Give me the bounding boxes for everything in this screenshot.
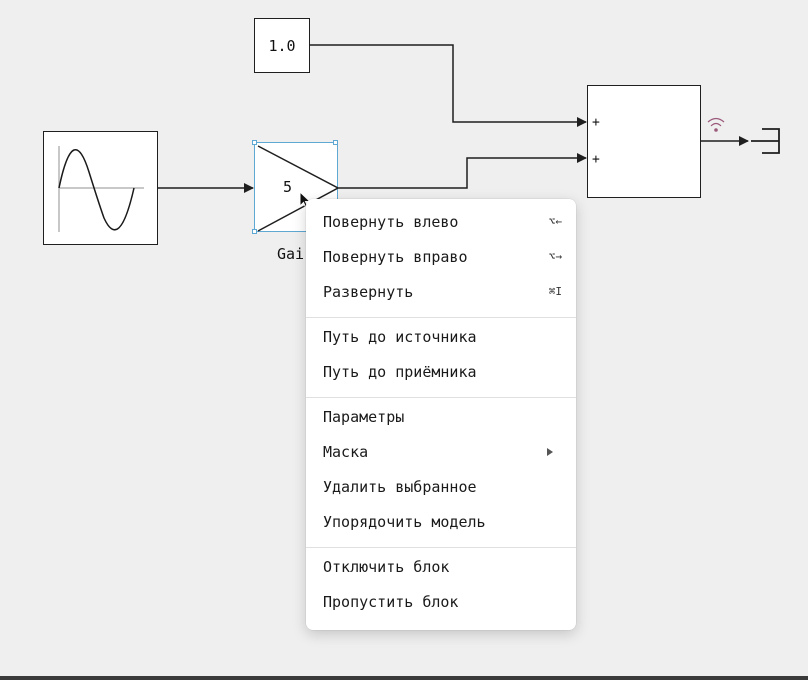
wire-gain-to-sum (338, 153, 587, 189)
menu-item-label: Маска (323, 443, 369, 461)
menu-item-shortcut: ⌘I (548, 285, 562, 298)
menu-item-arrange-model[interactable]: Упорядочить модель (306, 507, 576, 537)
menu-item-trace-to-source[interactable]: Путь до источника (306, 322, 576, 352)
menu-item-parameters[interactable]: Параметры (306, 402, 576, 432)
menu-item-mask[interactable]: Маска (306, 437, 576, 467)
menu-item-bypass-block[interactable]: Пропустить блок (306, 587, 576, 617)
menu-item-shortcut: ⌥← (548, 215, 562, 228)
menu-item-label: Удалить выбранное (323, 478, 477, 496)
selection-handle[interactable] (252, 229, 257, 234)
menu-item-shortcut: ⌥→ (548, 250, 562, 263)
constant-value: 1.0 (268, 36, 296, 55)
wire-constant-to-sum (310, 44, 587, 127)
menu-item-label: Путь до источника (323, 328, 477, 346)
context-menu[interactable]: Повернуть влево ⌥← Повернуть вправо ⌥→ Р… (306, 199, 576, 630)
menu-item-label: Путь до приёмника (323, 363, 477, 381)
menu-item-label: Отключить блок (323, 558, 450, 576)
menu-item-label: Повернуть влево (323, 213, 459, 231)
selection-handle[interactable] (252, 140, 257, 145)
menu-item-rotate-left[interactable]: Повернуть влево ⌥← (306, 207, 576, 237)
menu-item-label: Пропустить блок (323, 593, 459, 611)
sine-wave-block[interactable] (43, 131, 158, 245)
sum-port-sign: + (592, 115, 600, 130)
sum-port-sign: + (592, 152, 600, 167)
menu-item-delete-selected[interactable]: Удалить выбранное (306, 472, 576, 502)
menu-item-rotate-right[interactable]: Повернуть вправо ⌥→ (306, 242, 576, 272)
menu-item-disable-block[interactable]: Отключить блок (306, 552, 576, 582)
selection-handle[interactable] (333, 140, 338, 145)
model-canvas[interactable]: 1.0 5 Gai + + Повернуть влево ⌥← Поверну… (0, 0, 808, 680)
menu-separator (306, 547, 576, 548)
menu-item-label: Повернуть вправо (323, 248, 468, 266)
menu-item-label: Параметры (323, 408, 405, 426)
signal-strength-icon (707, 117, 725, 132)
menu-item-label: Упорядочить модель (323, 513, 486, 531)
gain-block-label[interactable]: Gai (277, 245, 304, 263)
menu-item-label: Развернуть (323, 283, 414, 301)
submenu-arrow-icon (547, 448, 553, 456)
gain-value: 5 (283, 178, 293, 196)
bottom-border (0, 676, 808, 680)
menu-item-flip[interactable]: Развернуть ⌘I (306, 277, 576, 307)
sum-block[interactable] (587, 85, 701, 198)
menu-separator (306, 397, 576, 398)
menu-item-trace-to-destination[interactable]: Путь до приёмника (306, 357, 576, 387)
menu-separator (306, 317, 576, 318)
terminator-icon[interactable] (751, 128, 780, 154)
constant-block[interactable]: 1.0 (254, 18, 310, 73)
sine-wave-icon (58, 146, 144, 232)
